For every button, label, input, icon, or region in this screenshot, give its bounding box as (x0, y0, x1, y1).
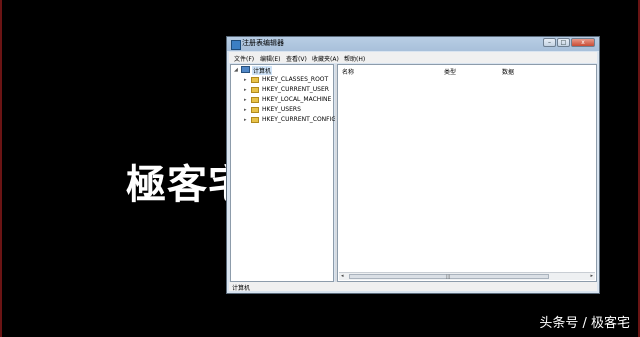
expand-icon[interactable]: ▸ (244, 117, 247, 123)
folder-icon (251, 107, 259, 113)
values-list: 名称 类型 数据 ◂ ||| ▸ (337, 64, 597, 282)
scroll-left-icon[interactable]: ◂ (341, 273, 344, 280)
column-header-name[interactable]: 名称 (342, 67, 354, 76)
regedit-icon (231, 40, 241, 50)
folder-icon (251, 97, 259, 103)
expand-icon[interactable]: ▸ (244, 87, 247, 93)
scroll-grip-icon: ||| (446, 274, 451, 279)
tree-label: HKEY_CURRENT_USER (262, 86, 329, 93)
folder-icon (251, 87, 259, 93)
menu-bar: 文件(F) 编辑(E) 查看(V) 收藏夹(A) 帮助(H) (229, 52, 597, 63)
computer-icon (241, 66, 250, 73)
left-border (0, 0, 2, 337)
tree-label: HKEY_CURRENT_CONFIG (262, 116, 337, 123)
column-header-type[interactable]: 类型 (444, 67, 456, 76)
close-button[interactable]: x (571, 38, 595, 47)
registry-tree: ◢ 计算机 ▸ HKEY_CLASSES_ROOT ▸ HKEY_CURRENT… (230, 64, 337, 282)
horizontal-scrollbar[interactable]: ◂ ||| ▸ (339, 272, 595, 280)
scroll-right-icon[interactable]: ▸ (590, 273, 593, 280)
tree-label: HKEY_LOCAL_MACHINE (262, 96, 332, 103)
expand-icon[interactable]: ▸ (244, 97, 247, 103)
tree-label: 计算机 (252, 66, 273, 75)
menu-favorites[interactable]: 收藏夹(A) (312, 54, 339, 63)
window-title: 注册表编辑器 (242, 39, 284, 47)
tree-label: HKEY_CLASSES_ROOT (262, 76, 329, 83)
title-bar[interactable]: 注册表编辑器 – □ x (227, 37, 599, 51)
status-bar: 计算机 (229, 282, 597, 292)
menu-view[interactable]: 查看(V) (286, 54, 307, 63)
registry-editor-window: 注册表编辑器 – □ x 文件(F) 编辑(E) 查看(V) 收藏夹(A) 帮助… (226, 36, 600, 294)
tree-label: HKEY_USERS (262, 106, 301, 113)
column-header-data[interactable]: 数据 (502, 67, 514, 76)
status-path: 计算机 (232, 285, 251, 292)
minimize-button[interactable]: – (543, 38, 556, 47)
expand-icon[interactable]: ▸ (244, 77, 247, 83)
expand-icon[interactable]: ▸ (244, 107, 247, 113)
maximize-button[interactable]: □ (557, 38, 570, 47)
collapse-icon[interactable]: ◢ (234, 67, 238, 73)
watermark: 头条号 / 极客宅 (539, 316, 630, 331)
folder-icon (251, 117, 259, 123)
menu-help[interactable]: 帮助(H) (344, 54, 365, 63)
folder-icon (251, 77, 259, 83)
scroll-thumb[interactable]: ||| (349, 274, 549, 279)
menu-edit[interactable]: 编辑(E) (260, 54, 280, 63)
menu-file[interactable]: 文件(F) (234, 54, 254, 63)
